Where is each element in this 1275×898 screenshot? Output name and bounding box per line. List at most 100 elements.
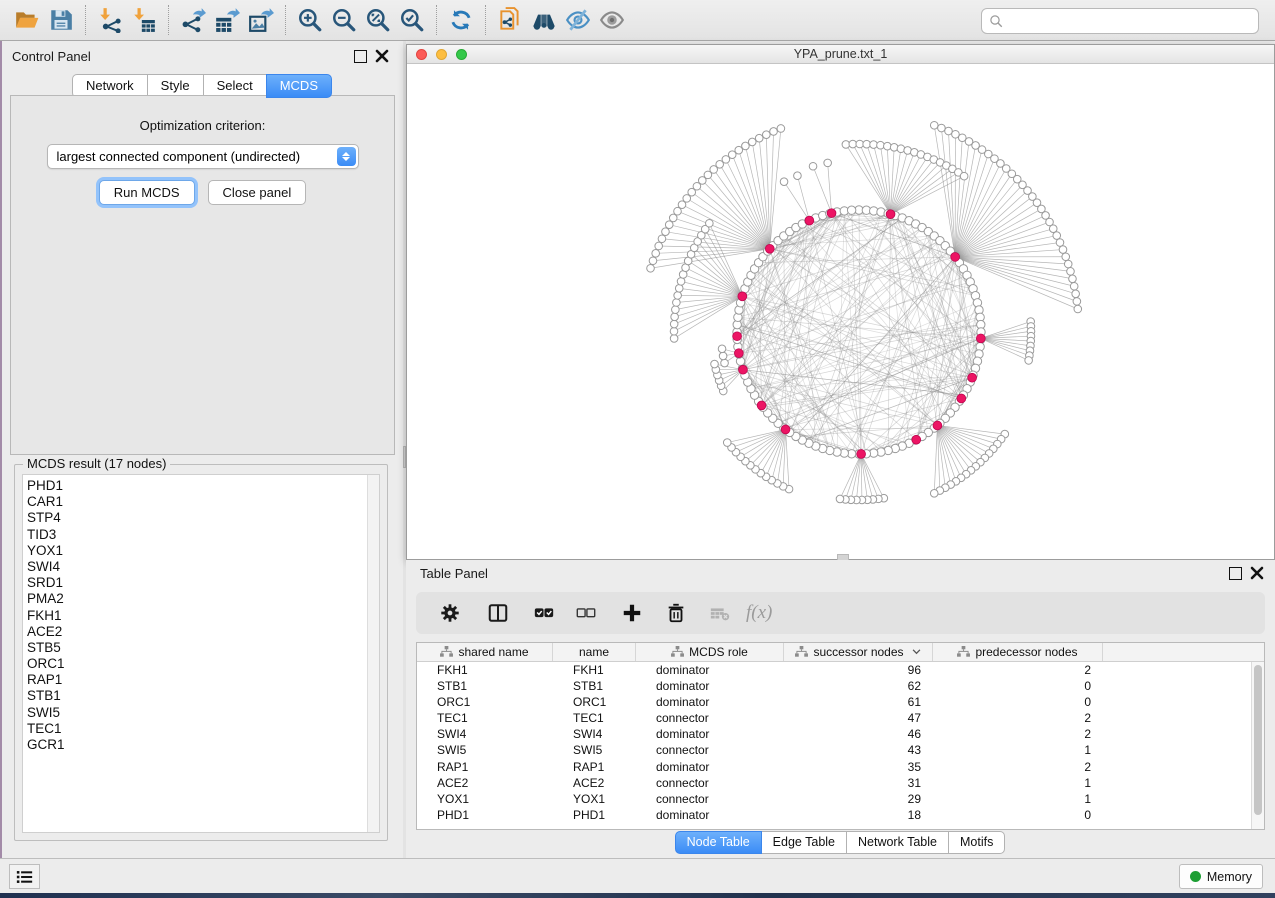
hide-selected-button[interactable] <box>561 4 595 36</box>
zoom-selected-icon <box>399 7 425 33</box>
hierarchy-icon <box>440 646 453 658</box>
close-panel-icon[interactable] <box>375 49 389 63</box>
window-minimize-icon[interactable] <box>436 49 447 60</box>
float-panel-icon[interactable] <box>354 50 367 63</box>
mcds-result-item[interactable]: SWI5 <box>27 705 379 721</box>
node-table: shared name name MCDS role successor nod… <box>416 642 1265 830</box>
export-network-button[interactable] <box>176 4 210 36</box>
export-table-button[interactable] <box>210 4 244 36</box>
zoom-selected-button[interactable] <box>395 4 429 36</box>
table-row[interactable]: RAP1RAP1dominator352 <box>417 759 1264 775</box>
tab-mcds[interactable]: MCDS <box>266 74 332 98</box>
network-window-titlebar[interactable]: YPA_prune.txt_1 <box>407 45 1274 64</box>
zoom-fit-icon <box>365 7 391 33</box>
show-all-button[interactable] <box>595 4 629 36</box>
export-image-button[interactable] <box>244 4 278 36</box>
table-cell <box>1103 662 1264 678</box>
refresh-layout-button[interactable] <box>444 4 478 36</box>
mcds-result-list[interactable]: PHD1CAR1STP4TID3YOX1SWI4SRD1PMA2FKH1ACE2… <box>22 474 380 833</box>
table-row[interactable]: YOX1YOX1connector291 <box>417 791 1264 807</box>
show-columns-button[interactable] <box>480 596 516 630</box>
mcds-buttons-row: Run MCDS Close panel <box>11 180 394 205</box>
table-options-button[interactable] <box>432 596 468 630</box>
find-neighbors-button[interactable] <box>527 4 561 36</box>
eye-icon <box>599 7 625 33</box>
table-row[interactable]: ACE2ACE2connector311 <box>417 775 1264 791</box>
mcds-result-item[interactable]: ACE2 <box>27 624 379 640</box>
delete-columns-button[interactable] <box>658 596 694 630</box>
float-table-panel-icon[interactable] <box>1229 567 1242 580</box>
open-button[interactable] <box>10 4 44 36</box>
close-panel-button[interactable]: Close panel <box>208 180 307 205</box>
table-row[interactable]: FKH1FKH1dominator962 <box>417 662 1264 678</box>
task-history-button[interactable] <box>9 864 40 889</box>
table-row[interactable]: SWI4SWI4dominator462 <box>417 726 1264 742</box>
memory-button[interactable]: Memory <box>1179 864 1263 889</box>
network-window-title: YPA_prune.txt_1 <box>794 47 888 61</box>
column-header-predecessor-nodes[interactable]: predecessor nodes <box>933 643 1103 661</box>
table-cell <box>1103 678 1264 694</box>
zoom-fit-button[interactable] <box>361 4 395 36</box>
mcds-result-item[interactable]: TEC1 <box>27 721 379 737</box>
mcds-result-item[interactable]: ORC1 <box>27 656 379 672</box>
tab-edge-table[interactable]: Edge Table <box>761 831 847 854</box>
mcds-result-item[interactable]: YOX1 <box>27 543 379 559</box>
tab-network-table[interactable]: Network Table <box>846 831 949 854</box>
zoom-out-button[interactable] <box>327 4 361 36</box>
table-cell: dominator <box>636 662 784 678</box>
save-button[interactable] <box>44 4 78 36</box>
tab-node-table[interactable]: Node Table <box>675 831 762 854</box>
mcds-result-item[interactable]: STP4 <box>27 510 379 526</box>
column-header-name[interactable]: name <box>553 643 636 661</box>
column-header-successor-nodes[interactable]: successor nodes <box>784 643 933 661</box>
window-zoom-icon[interactable] <box>456 49 467 60</box>
network-canvas[interactable] <box>407 64 1274 559</box>
table-row[interactable]: TEC1TEC1connector472 <box>417 710 1264 726</box>
table-cell: dominator <box>636 759 784 775</box>
table-row[interactable]: SWI5SWI5connector431 <box>417 742 1264 758</box>
mcds-result-item[interactable]: PHD1 <box>27 478 379 494</box>
mcds-result-item[interactable]: RAP1 <box>27 672 379 688</box>
mcds-result-item[interactable]: PMA2 <box>27 591 379 607</box>
mcds-result-item[interactable]: GCR1 <box>27 737 379 753</box>
import-table-button[interactable] <box>127 4 161 36</box>
tab-motifs[interactable]: Motifs <box>948 831 1005 854</box>
column-header-shared-name[interactable]: shared name <box>417 643 553 661</box>
add-column-button[interactable] <box>614 596 650 630</box>
run-mcds-button[interactable]: Run MCDS <box>99 180 195 205</box>
close-table-panel-icon[interactable] <box>1250 566 1264 580</box>
mcds-list-scrollbar[interactable] <box>367 475 379 832</box>
table-cell: dominator <box>636 694 784 710</box>
trash-icon <box>665 602 687 624</box>
mcds-result-item[interactable]: SWI4 <box>27 559 379 575</box>
mcds-result-item[interactable]: TID3 <box>27 527 379 543</box>
table-cell: STB1 <box>417 678 553 694</box>
table-cell: connector <box>636 775 784 791</box>
table-cell: 2 <box>933 759 1103 775</box>
mcds-result-item[interactable]: FKH1 <box>27 608 379 624</box>
table-row[interactable]: ORC1ORC1dominator610 <box>417 694 1264 710</box>
deselect-all-rows-button[interactable] <box>568 596 604 630</box>
search-input[interactable] <box>1004 11 1258 31</box>
mcds-result-item[interactable]: STB1 <box>27 688 379 704</box>
criterion-dropdown[interactable]: largest connected component (undirected) <box>47 144 359 169</box>
table-scrollbar[interactable] <box>1251 662 1264 829</box>
column-label: shared name <box>458 645 528 659</box>
table-cell: 96 <box>784 662 933 678</box>
window-close-icon[interactable] <box>416 49 427 60</box>
mcds-result-item[interactable]: SRD1 <box>27 575 379 591</box>
table-row[interactable]: PHD1PHD1dominator180 <box>417 807 1264 823</box>
table-scrollbar-thumb[interactable] <box>1254 665 1262 815</box>
import-network-button[interactable] <box>93 4 127 36</box>
column-header-mcds-role[interactable]: MCDS role <box>636 643 784 661</box>
table-row[interactable]: STB1STB1dominator620 <box>417 678 1264 694</box>
toolbar-separator <box>168 5 169 35</box>
select-all-rows-button[interactable] <box>526 596 562 630</box>
mcds-result-item[interactable]: STB5 <box>27 640 379 656</box>
eye-slash-icon <box>565 7 591 33</box>
table-body: FKH1FKH1dominator962STB1STB1dominator620… <box>417 662 1264 823</box>
unchecked-boxes-icon <box>575 602 597 624</box>
clone-network-button[interactable] <box>493 4 527 36</box>
mcds-result-item[interactable]: CAR1 <box>27 494 379 510</box>
zoom-in-button[interactable] <box>293 4 327 36</box>
